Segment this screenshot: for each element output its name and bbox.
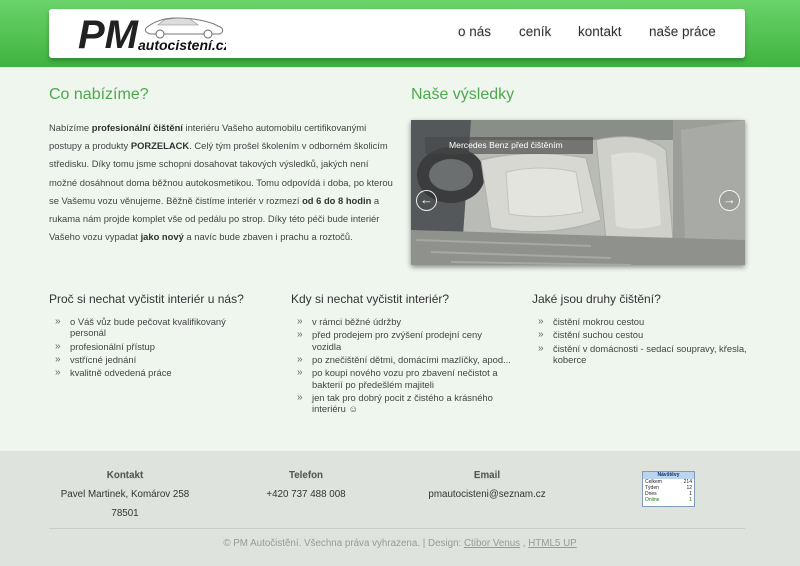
column-title-why: Proč si nechat vyčistit interiér u nás? bbox=[49, 292, 244, 306]
visit-counter[interactable]: Návštěvy Celkem 214 Týden 12 Dnes 1 Online 1 bbox=[642, 471, 695, 507]
footer-phone-label: Telefon bbox=[288, 470, 324, 481]
footer-contact-address: Pavel Martinek, Komárov 258 bbox=[60, 489, 190, 500]
list-item: kvalitně odvedená práce bbox=[49, 367, 259, 378]
column-title-types: Jaké jsou druhy čištění? bbox=[532, 292, 661, 306]
logo-small-text: autocistení.cz bbox=[138, 37, 226, 53]
list-item: čistění v domácnosti - sedací soupravy, … bbox=[532, 343, 747, 365]
offer-highlight: profesionální čištění bbox=[91, 122, 183, 133]
offer-paragraph: Nabízíme profesionální čištění interiéru… bbox=[49, 119, 394, 246]
column-title-when: Kdy si nechat vyčistit interiér? bbox=[291, 292, 450, 306]
nav-o-nas[interactable]: o nás bbox=[458, 24, 491, 39]
footer-divider bbox=[49, 528, 745, 529]
list-types: čistění mokrou cestou čistění suchou cest… bbox=[532, 316, 747, 367]
offer-highlight: od 6 do 8 hodin bbox=[302, 194, 372, 206]
results-title: Naše výsledky bbox=[411, 86, 515, 103]
arrow-right-icon[interactable]: → bbox=[719, 190, 740, 211]
offer-highlight: PORZELACK bbox=[130, 140, 190, 152]
logo-big-text: PM bbox=[78, 13, 140, 56]
nav-nase-prace[interactable]: naše práce bbox=[649, 24, 716, 39]
template-link[interactable]: HTML5 UP bbox=[528, 538, 576, 549]
footer-contact-label: Kontakt bbox=[106, 470, 144, 481]
counter-title: Návštěvy bbox=[643, 472, 694, 479]
designer-link[interactable]: Ctibor Venus bbox=[464, 538, 520, 549]
footer-email-value[interactable]: pmautocisteni@seznam.cz bbox=[412, 489, 562, 500]
list-item: čistění mokrou cestou bbox=[532, 316, 747, 327]
footer-email-label: Email bbox=[473, 470, 501, 481]
offer-title: Co nabízíme? bbox=[49, 86, 149, 103]
list-item: profesionální přístup bbox=[49, 341, 259, 352]
list-item: jen tak pro dobrý pocit z čistého a krás… bbox=[291, 392, 511, 414]
list-item: vstřícné jednání bbox=[49, 354, 259, 365]
list-item: v rámci běžné údržby bbox=[291, 316, 511, 327]
list-item: po koupi nového vozu pro zbavení nečisto… bbox=[291, 367, 511, 389]
list-when: v rámci běžné údržby před prodejem pro zv… bbox=[291, 316, 511, 417]
nav-kontakt[interactable]: kontakt bbox=[578, 24, 622, 39]
list-item: před prodejem pro zvýšení prodejní ceny … bbox=[291, 329, 511, 351]
navbar: PM autocistení.cz o nás ceník kontakt na… bbox=[49, 9, 745, 58]
results-slider[interactable]: Mercedes Benz před čištěním ← → bbox=[411, 120, 745, 265]
copyright-text: © PM Autočistění. Všechna práva vyhrazen… bbox=[223, 538, 464, 549]
offer-highlight: jako nový bbox=[140, 231, 184, 243]
nav-cenik[interactable]: ceník bbox=[519, 24, 551, 39]
offer-text: a navíc bude zbaven i prachu a roztočů. bbox=[183, 231, 353, 243]
copyright-separator: , bbox=[520, 538, 529, 549]
offer-text: Nabízíme bbox=[49, 122, 92, 133]
slide-caption: Mercedes Benz před čištěním bbox=[425, 137, 593, 154]
footer-phone-value[interactable]: +420 737 488 008 bbox=[241, 489, 371, 500]
counter-row-online: Online 1 bbox=[645, 497, 692, 503]
arrow-left-icon[interactable]: ← bbox=[416, 190, 437, 211]
copyright-line: © PM Autočistění. Všechna práva vyhrazen… bbox=[0, 538, 800, 549]
list-item: o Váš vůz bude pečovat kvalifikovaný per… bbox=[49, 316, 259, 338]
list-item: po znečištění dětmi, domácími mazlíčky, … bbox=[291, 354, 511, 365]
list-item: čistění suchou cestou bbox=[532, 329, 747, 340]
site-logo[interactable]: PM autocistení.cz bbox=[76, 12, 226, 56]
footer-contact-zip: 78501 bbox=[111, 508, 139, 519]
list-why: o Váš vůz bude pečovat kvalifikovaný per… bbox=[49, 316, 259, 381]
